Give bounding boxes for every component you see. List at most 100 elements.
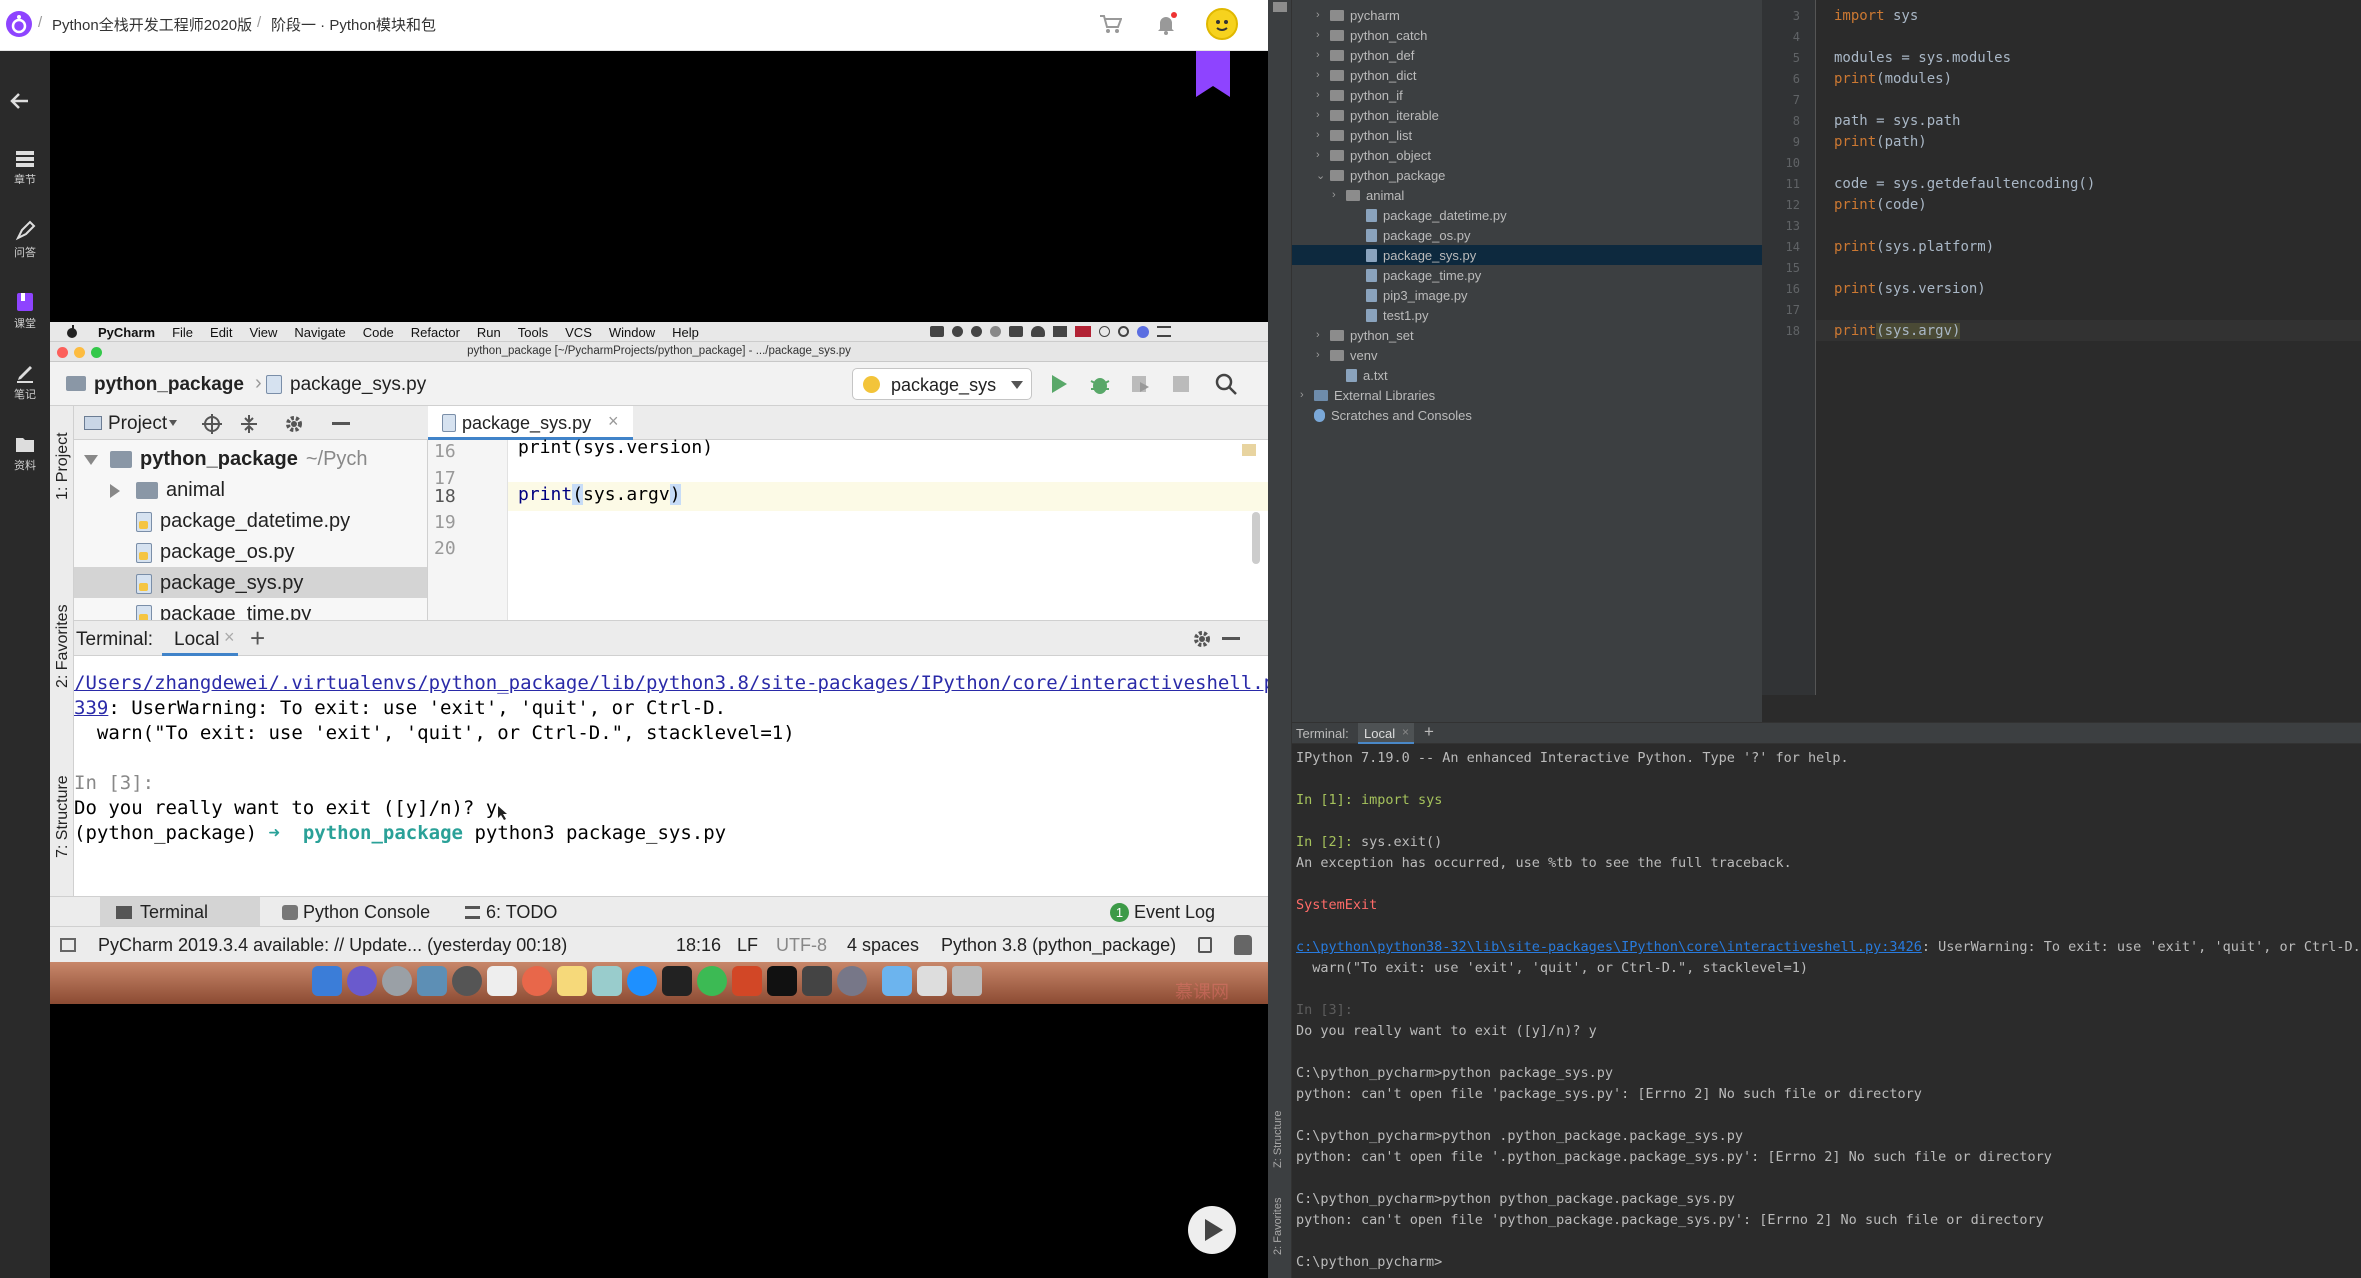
menu-refactor[interactable]: Refactor — [411, 325, 460, 340]
battery-icon[interactable] — [1009, 326, 1023, 337]
terminal-link[interactable]: 339 — [74, 697, 108, 719]
close-tab-icon[interactable]: × — [608, 411, 619, 432]
pycharm-icon[interactable] — [767, 966, 797, 996]
tree-item-file-selected[interactable]: package_sys.py — [136, 568, 303, 599]
menu-window[interactable]: Window — [609, 325, 655, 340]
status-interpreter[interactable]: Python 3.8 (python_package) — [941, 935, 1176, 956]
terminal-link[interactable]: c:\python\python38-32\lib\site-packages\… — [1296, 939, 1922, 955]
tree-item-folder[interactable]: › python_dict — [1316, 65, 1417, 85]
gear-icon[interactable] — [1192, 629, 1212, 649]
search-icon[interactable] — [1215, 373, 1237, 395]
tree-item-file[interactable]: a.txt — [1332, 365, 1388, 385]
system-prefs-icon[interactable] — [452, 966, 482, 996]
siri-icon[interactable] — [1137, 326, 1149, 338]
flag-icon[interactable] — [1075, 326, 1091, 337]
tool-tab-python-console[interactable]: Python Console — [303, 902, 430, 923]
minimize-panel-icon[interactable] — [1222, 637, 1240, 640]
tree-item-folder[interactable]: › pycharm — [1316, 5, 1400, 25]
collapse-all-icon[interactable] — [240, 414, 258, 434]
wifi-icon[interactable] — [1031, 326, 1045, 337]
photos-icon[interactable] — [522, 966, 552, 996]
menu-help[interactable]: Help — [672, 325, 699, 340]
terminal-body[interactable]: IPython 7.19.0 -- An enhanced Interactiv… — [1292, 744, 2361, 1278]
add-terminal-icon[interactable]: + — [250, 623, 265, 654]
status-icon[interactable] — [990, 326, 1001, 337]
nav-classroom[interactable]: 课堂 — [0, 285, 50, 341]
todo-icon[interactable] — [465, 906, 480, 919]
status-message[interactable]: PyCharm 2019.3.4 available: // Update...… — [98, 935, 567, 956]
tree-item-folder[interactable]: › python_list — [1316, 125, 1412, 145]
tree-item-file[interactable]: package_datetime.py — [1352, 205, 1507, 225]
app-icon[interactable] — [837, 966, 867, 996]
side-tab-structure[interactable]: 7: Structure — [52, 746, 72, 866]
tree-item-folder[interactable]: › python_object — [1316, 145, 1431, 165]
bookmark-icon[interactable] — [1196, 51, 1230, 97]
volume-icon[interactable] — [1053, 326, 1067, 337]
terminal-tab-local[interactable]: Local × — [162, 621, 238, 656]
status-icon[interactable] — [930, 326, 944, 337]
breadcrumb-stage[interactable]: 阶段一 · Python模块和包 — [271, 14, 436, 35]
clock-icon[interactable] — [1099, 326, 1110, 337]
chrome-icon[interactable] — [697, 966, 727, 996]
logo-icon[interactable] — [6, 11, 32, 37]
tree-item-folder[interactable]: › python_iterable — [1316, 105, 1439, 125]
play-button[interactable] — [1188, 1206, 1236, 1254]
maps-icon[interactable] — [592, 966, 622, 996]
downloads-folder-icon[interactable] — [882, 966, 912, 996]
preview-icon[interactable] — [417, 966, 447, 996]
locate-icon[interactable] — [202, 414, 222, 434]
tree-item-folder[interactable]: › venv — [1316, 345, 1377, 365]
tree-item-folder[interactable]: › python_set — [1316, 325, 1414, 345]
stop-icon[interactable] — [1173, 376, 1189, 392]
close-tab-icon[interactable]: × — [1402, 725, 1409, 739]
nav-notes[interactable]: 笔记 — [0, 356, 50, 412]
close-tab-icon[interactable]: × — [224, 627, 235, 648]
add-terminal-icon[interactable]: + — [1424, 722, 1434, 742]
nav-materials[interactable]: 资料 — [0, 427, 50, 483]
chevron-down-icon[interactable] — [169, 420, 177, 426]
tree-item-file[interactable]: package_os.py — [136, 537, 295, 568]
tree-root[interactable]: python_package ~/Pych — [84, 444, 368, 475]
airdrop-icon[interactable] — [917, 966, 947, 996]
menu-navigate[interactable]: Navigate — [294, 325, 345, 340]
tree-item-folder[interactable]: ⌄ python_package — [1316, 165, 1445, 185]
notification-center-icon[interactable] — [1157, 326, 1171, 337]
status-icon[interactable] — [952, 326, 963, 337]
nav-qa[interactable]: 问答 — [0, 214, 50, 270]
tool-tab-todo[interactable]: 6: TODO — [486, 902, 557, 923]
minimize-panel-icon[interactable] — [332, 422, 350, 425]
tree-item-folder[interactable]: animal — [110, 475, 225, 506]
run-config-select[interactable]: package_sys — [852, 368, 1032, 400]
scrollbar-thumb[interactable] — [1252, 512, 1260, 564]
nav-chapters[interactable]: 章节 — [0, 143, 50, 199]
avatar[interactable] — [1206, 8, 1238, 40]
spotlight-icon[interactable] — [1118, 326, 1129, 337]
inspection-marker[interactable] — [1242, 444, 1256, 456]
side-tab-favorites[interactable]: 2: Favorites — [1271, 1185, 1289, 1265]
apple-icon[interactable] — [66, 325, 78, 339]
breadcrumb-course[interactable]: Python全栈开发工程师2020版 — [52, 14, 252, 35]
terminal-app-icon[interactable] — [662, 966, 692, 996]
tree-item-scratch[interactable]: Scratches and Consoles — [1300, 405, 1472, 425]
status-icon[interactable] — [971, 326, 982, 337]
menu-code[interactable]: Code — [363, 325, 394, 340]
menu-view[interactable]: View — [249, 325, 277, 340]
code-editor[interactable]: 3 import sys 4 5 modules = sys.modules 6 print… — [1762, 0, 2361, 695]
notes-app-icon[interactable] — [557, 966, 587, 996]
menu-edit[interactable]: Edit — [210, 325, 232, 340]
debug-icon[interactable] — [1090, 373, 1110, 395]
python-console-icon[interactable] — [282, 905, 298, 920]
terminal-tab-local[interactable]: Local × — [1358, 723, 1414, 744]
tree-item-file[interactable]: package_sys.py — [1352, 245, 1476, 265]
tree-item-folder[interactable]: › python_def — [1316, 45, 1414, 65]
slides-icon[interactable] — [802, 966, 832, 996]
tree-item-file[interactable]: pip3_image.py — [1352, 285, 1468, 305]
trash-icon[interactable] — [952, 966, 982, 996]
status-indent[interactable]: 4 spaces — [847, 935, 919, 956]
status-encoding[interactable]: UTF-8 — [776, 935, 827, 956]
project-tab-label[interactable]: Project — [108, 413, 167, 435]
app-store-icon[interactable] — [627, 966, 657, 996]
menu-tools[interactable]: Tools — [518, 325, 548, 340]
inspector-icon[interactable] — [1234, 935, 1252, 955]
cart-icon[interactable] — [1098, 13, 1122, 35]
